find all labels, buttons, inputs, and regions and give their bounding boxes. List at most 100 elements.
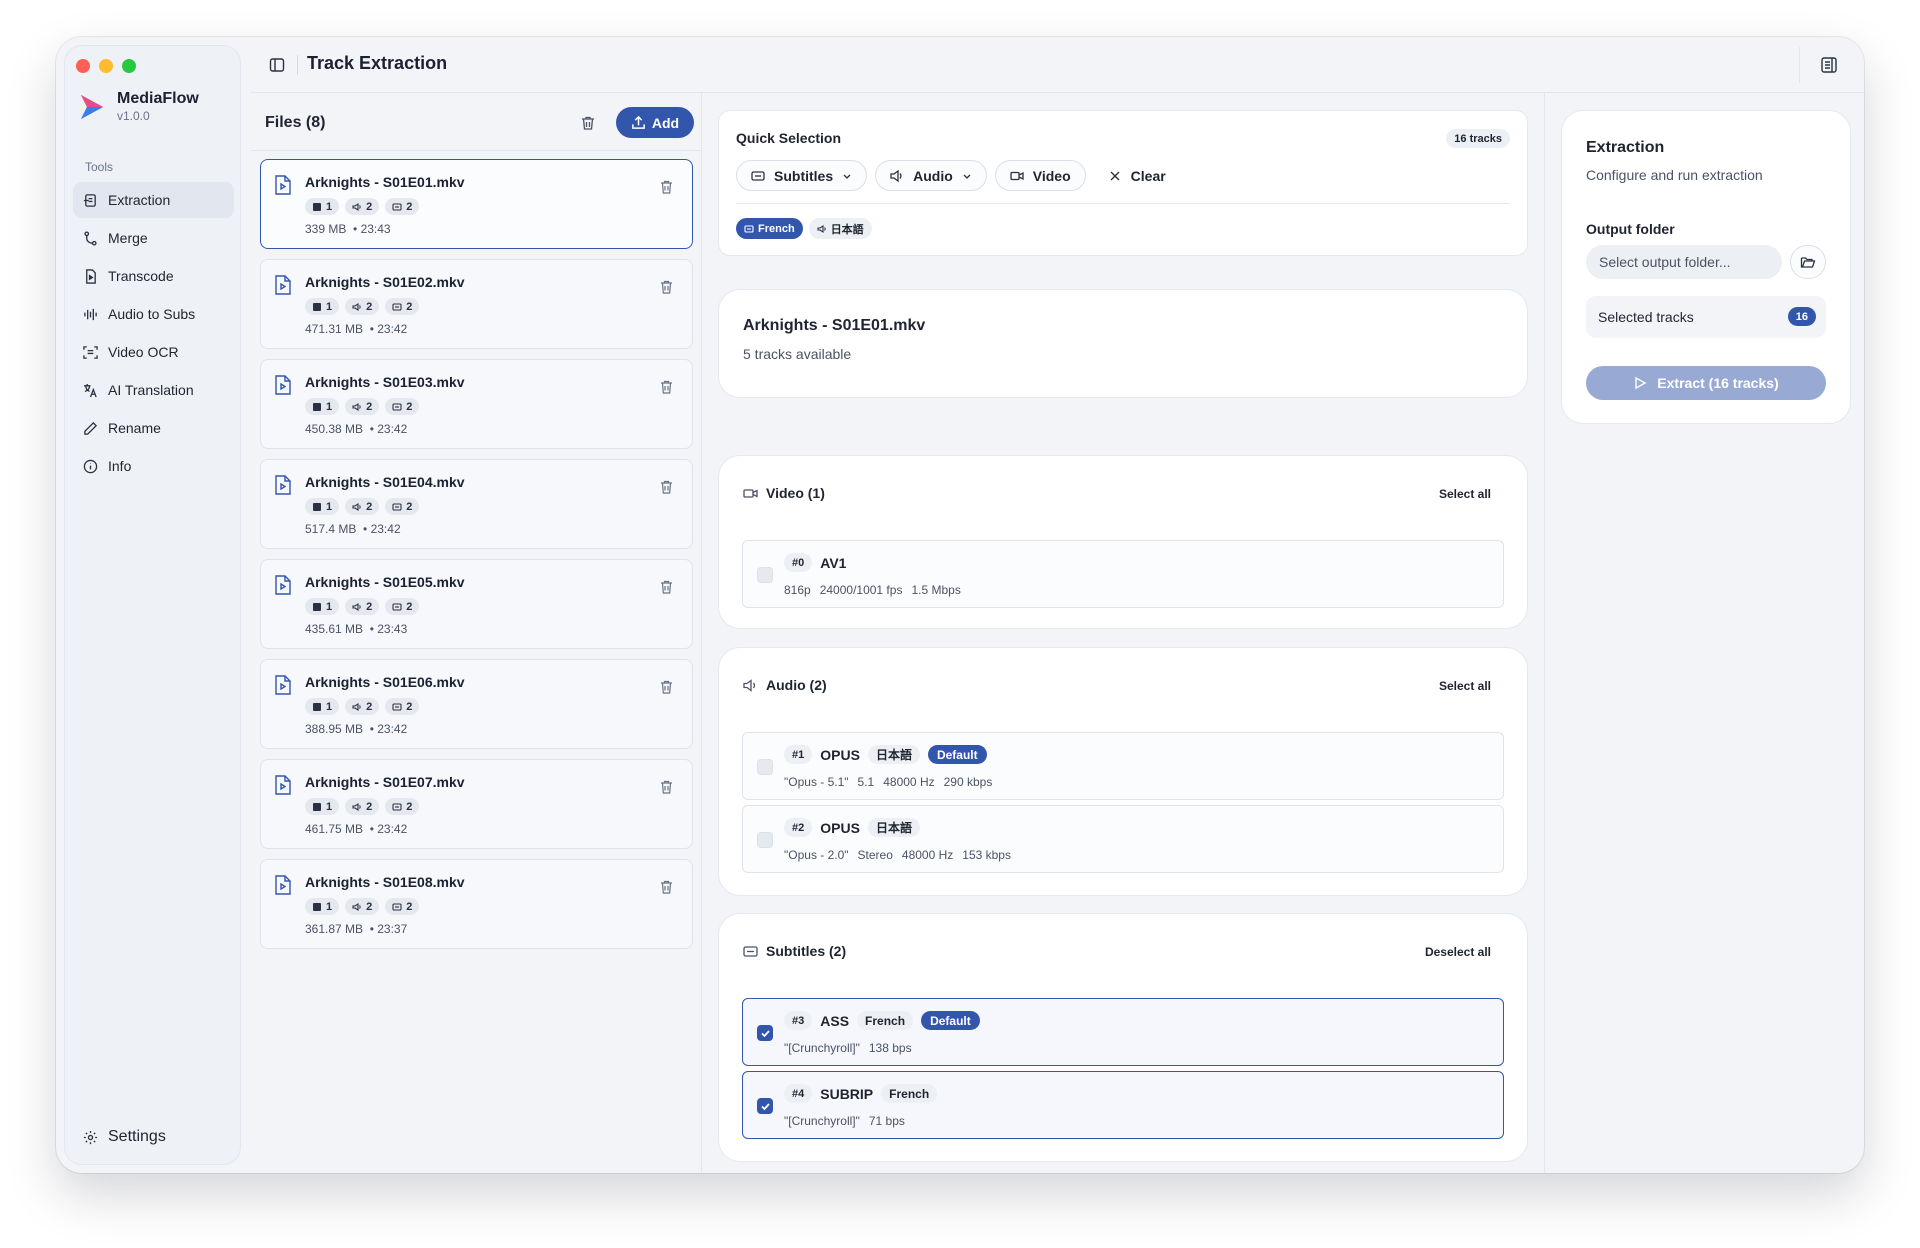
minimize-window-button[interactable]	[99, 59, 113, 73]
track-index: #4	[784, 1084, 813, 1103]
file-card[interactable]: Arknights - S01E04.mkv 1 2 2 517.4 MB • …	[260, 459, 693, 549]
add-files-button[interactable]: Add	[616, 107, 694, 138]
remove-file-trash-icon[interactable]	[660, 180, 673, 194]
sidebar-item-info[interactable]: Info	[73, 448, 234, 484]
panel-toggle-icon[interactable]	[1820, 56, 1838, 74]
track-checkbox[interactable]	[757, 759, 773, 775]
video-filter-button[interactable]: Video	[994, 160, 1086, 191]
video-tracks-section: Video (1) Select all #0 AV1 816p 24000/1…	[718, 455, 1528, 629]
file-card[interactable]: Arknights - S01E08.mkv 1 2 2 361.87 MB •…	[260, 859, 693, 949]
file-meta: 471.31 MB • 23:42	[305, 322, 407, 336]
sidebar-toggle-icon[interactable]	[269, 57, 285, 73]
remove-file-trash-icon[interactable]	[660, 380, 673, 394]
subtitle-count: 2	[406, 300, 413, 313]
folder-open-icon	[1800, 257, 1816, 268]
language-tag-french[interactable]: French	[736, 218, 803, 239]
checkmark-icon	[761, 1103, 770, 1111]
sidebar-item-rename[interactable]: Rename	[73, 410, 234, 446]
clear-selection-button[interactable]: Clear	[1094, 160, 1180, 191]
remove-file-trash-icon[interactable]	[660, 680, 673, 694]
maximize-window-button[interactable]	[122, 59, 136, 73]
video-count: 1	[326, 800, 333, 813]
video-count-badge: 1	[305, 298, 340, 315]
track-checkbox[interactable]	[757, 567, 773, 583]
audio-filter-dropdown[interactable]: Audio	[875, 160, 987, 191]
file-track-counts: 1 2 2	[305, 498, 420, 515]
track-row[interactable]: #1 OPUS 日本語 Default "Opus - 5.1" 5.1 480…	[742, 732, 1504, 800]
file-card[interactable]: Arknights - S01E03.mkv 1 2 2 450.38 MB •…	[260, 359, 693, 449]
extract-button[interactable]: Extract (16 tracks)	[1586, 366, 1826, 400]
track-row[interactable]: #2 OPUS 日本語 "Opus - 2.0" Stereo 48000 Hz…	[742, 805, 1504, 873]
subtitle-deselect-all-button[interactable]: Deselect all	[1425, 945, 1491, 959]
app-name: MediaFlow	[117, 90, 199, 107]
track-row[interactable]: #0 AV1 816p 24000/1001 fps 1.5 Mbps	[742, 540, 1504, 608]
language-tags: French 日本語	[736, 218, 872, 239]
file-size: 361.87 MB	[305, 922, 364, 936]
track-row[interactable]: #4 SUBRIP French "[Crunchyroll]" 71 bps	[742, 1071, 1504, 1139]
video-file-icon	[275, 675, 291, 695]
app-version: v1.0.0	[117, 109, 150, 123]
subtitle-tracks-section: Subtitles (2) Deselect all #3 ASS French…	[718, 913, 1528, 1162]
film-icon	[313, 302, 321, 311]
remove-file-trash-icon[interactable]	[660, 780, 673, 794]
file-duration: • 23:43	[353, 222, 391, 236]
sidebar-item-merge[interactable]: Merge	[73, 220, 234, 256]
browse-folder-button[interactable]	[1790, 245, 1826, 279]
transcode-icon	[86, 268, 96, 284]
sidebar-item-extraction[interactable]: Extraction	[73, 182, 234, 218]
track-detail: Stereo	[857, 848, 893, 862]
speaker-icon	[352, 502, 361, 511]
track-checkbox-checked[interactable]	[757, 1025, 773, 1041]
audio-filter-label: Audio	[913, 167, 953, 184]
tracks-available: 5 tracks available	[743, 346, 852, 362]
track-checkbox[interactable]	[757, 832, 773, 848]
sidebar-item-label: Info	[108, 458, 132, 474]
file-card[interactable]: Arknights - S01E01.mkv 1 2 2 339 MB • 23…	[260, 159, 693, 249]
remove-file-trash-icon[interactable]	[660, 880, 673, 894]
file-card[interactable]: Arknights - S01E05.mkv 1 2 2 435.61 MB •…	[260, 559, 693, 649]
file-list: Arknights - S01E01.mkv 1 2 2 339 MB • 23…	[251, 151, 701, 949]
audio-count-badge: 2	[345, 198, 380, 215]
video-count: 1	[326, 500, 333, 513]
audio-count: 2	[366, 300, 373, 313]
speaker-icon	[352, 202, 361, 211]
audio-select-all-button[interactable]: Select all	[1439, 679, 1491, 693]
close-window-button[interactable]	[76, 59, 90, 73]
audio-count-badge: 2	[345, 598, 380, 615]
video-select-all-button[interactable]: Select all	[1439, 487, 1491, 501]
audio-count: 2	[366, 400, 373, 413]
track-details: "Opus - 2.0" Stereo 48000 Hz 153 kbps	[784, 848, 1011, 862]
clear-selection-label: Clear	[1130, 167, 1166, 184]
track-title: #3 ASS French Default	[784, 1011, 980, 1030]
track-row[interactable]: #3 ASS French Default "[Crunchyroll]" 13…	[742, 998, 1504, 1066]
sidebar-item-ai-translation[interactable]: AI Translation	[73, 372, 234, 408]
language-tag-label: 日本語	[830, 223, 864, 236]
sidebar-item-video-ocr[interactable]: Video OCR	[73, 334, 234, 370]
remove-file-trash-icon[interactable]	[660, 580, 673, 594]
header: Track Extraction	[251, 37, 1864, 93]
file-meta: 461.75 MB • 23:42	[305, 822, 407, 836]
remove-file-trash-icon[interactable]	[660, 480, 673, 494]
track-index: #0	[784, 553, 813, 572]
remove-file-trash-icon[interactable]	[660, 280, 673, 294]
file-size: 435.61 MB	[305, 622, 364, 636]
subtitles-filter-dropdown[interactable]: Subtitles	[736, 160, 868, 191]
sidebar-item-audio-to-subs[interactable]: Audio to Subs	[73, 296, 234, 332]
track-index: #3	[784, 1011, 813, 1030]
output-folder-input[interactable]: Select output folder...	[1586, 245, 1782, 279]
track-language: 日本語	[867, 818, 920, 837]
file-card[interactable]: Arknights - S01E06.mkv 1 2 2 388.95 MB •…	[260, 659, 693, 749]
speaker-icon	[352, 702, 361, 711]
file-duration: • 23:42	[369, 822, 408, 836]
file-card[interactable]: Arknights - S01E07.mkv 1 2 2 461.75 MB •…	[260, 759, 693, 849]
clear-files-trash-icon[interactable]	[580, 115, 596, 131]
language-tag-japanese[interactable]: 日本語	[808, 218, 872, 239]
track-detail: 153 kbps	[962, 848, 1011, 862]
track-detail: 816p	[784, 583, 811, 597]
file-card[interactable]: Arknights - S01E02.mkv 1 2 2 471.31 MB •…	[260, 259, 693, 349]
brand: MediaFlow v1.0.0	[79, 90, 199, 123]
settings-button[interactable]: Settings	[83, 1128, 166, 1146]
sidebar-item-transcode[interactable]: Transcode	[73, 258, 234, 294]
chevron-down-icon	[843, 174, 851, 179]
track-checkbox-checked[interactable]	[757, 1098, 773, 1114]
